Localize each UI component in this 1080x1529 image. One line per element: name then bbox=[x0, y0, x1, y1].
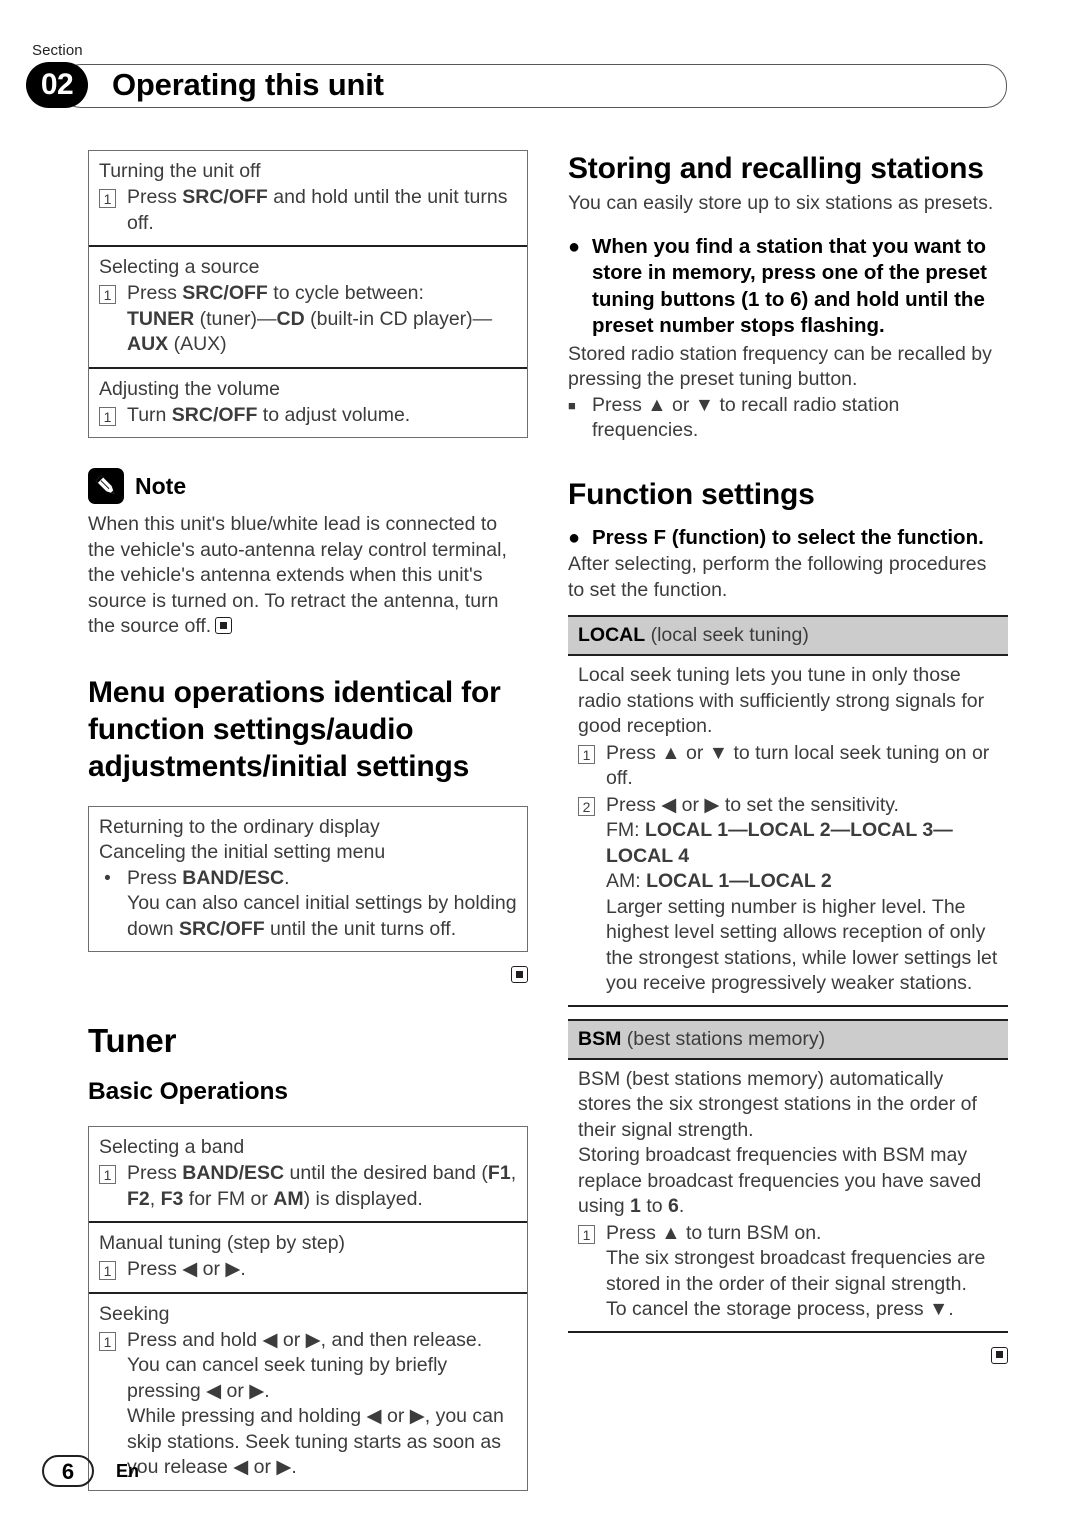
step-number-badge: 1 bbox=[99, 406, 116, 426]
function-step: 2 Press ◀ or ▶ to set the sensitivity. FM:… bbox=[578, 793, 998, 997]
step-number-badge: 1 bbox=[99, 1261, 116, 1280]
function-end-marker-row bbox=[568, 1346, 1008, 1367]
step-number-badge: 1 bbox=[578, 744, 595, 764]
storing-sub-text: Press ▲ or ▼ to recall radio station fre… bbox=[592, 393, 900, 442]
page-header: Section 02 Operating this unit bbox=[0, 0, 1080, 150]
operation-step: 1 Press ◀ or ▶. bbox=[99, 1257, 517, 1283]
operation-step: • Press BAND/ESC. You can also cancel init… bbox=[99, 866, 517, 943]
step-number-badge: 1 bbox=[99, 1331, 116, 1351]
function-bullet-text: Press F (function) to select the functio… bbox=[592, 525, 984, 549]
step-number-badge: 1 bbox=[99, 285, 116, 304]
page-title: Operating this unit bbox=[112, 67, 384, 102]
function-code: BSM bbox=[578, 1027, 622, 1050]
operation-row: Selecting a band 1 Press BAND/ESC until th… bbox=[89, 1127, 527, 1221]
function-description: (local seek tuning) bbox=[645, 624, 809, 646]
basic-operations-table: Turning the unit off 1 Press SRC/OFF and h… bbox=[88, 150, 528, 438]
note-block: Note When this unit's blue/white lead is… bbox=[88, 468, 528, 640]
language-code: En bbox=[116, 1460, 140, 1481]
bullet-dot-icon: ● bbox=[568, 235, 581, 258]
operation-step: 1 Press SRC/OFF and hold until the unit t… bbox=[99, 185, 517, 236]
operation-row: Adjusting the volume 1 Turn SRC/OFF to adj… bbox=[89, 366, 527, 438]
storing-intro-text: You can easily store up to six stations … bbox=[568, 192, 994, 214]
menu-end-marker-row bbox=[88, 966, 528, 986]
function-intro-text: Local seek tuning lets you tune in only … bbox=[578, 664, 985, 737]
operation-step-text: Press ◀ or ▶. bbox=[127, 1258, 246, 1280]
operation-row: Returning to the ordinary display Canceli… bbox=[89, 807, 527, 952]
operation-step-text: Press and hold ◀ or ▶, and then release.… bbox=[127, 1328, 504, 1479]
storing-sub-instruction: ■ Press ▲ or ▼ to recall radio station f… bbox=[568, 393, 1008, 444]
step-number-badge: 1 bbox=[578, 1224, 595, 1244]
storing-stations-heading: Storing and recalling stations bbox=[568, 152, 984, 185]
function-setting-block: LOCAL (local seek tuning) Local seek tuni… bbox=[568, 615, 1008, 1007]
menu-operations-heading: Menu operations identical for function s… bbox=[88, 675, 501, 783]
function-setting-header: BSM (best stations memory) bbox=[568, 1018, 1008, 1060]
operation-row: Seeking 1 Press and hold ◀ or ▶, and then … bbox=[89, 1291, 527, 1490]
operation-step: 1 Turn SRC/OFF to adjust volume. bbox=[99, 403, 517, 429]
bullet-dot-icon: • bbox=[104, 867, 111, 889]
menu-operations-table: Returning to the ordinary display Canceli… bbox=[88, 805, 528, 952]
storing-bullet-text: When you find a station that you want to… bbox=[592, 234, 987, 338]
operation-title: Manual tuning (step by step) bbox=[99, 1232, 346, 1254]
operation-step: 1 Press and hold ◀ or ▶, and then release… bbox=[99, 1328, 517, 1481]
function-intro-text: Storing broadcast frequencies with BSM m… bbox=[578, 1144, 982, 1217]
function-step-text: Press ▲ or ▼ to turn local seek tuning o… bbox=[606, 741, 990, 790]
operation-step-text: Press SRC/OFF and hold until the unit tu… bbox=[127, 186, 508, 234]
function-setting-header: LOCAL (local seek tuning) bbox=[568, 615, 1008, 656]
section-label: Section bbox=[32, 42, 83, 59]
function-step-text: Press ▲ to turn BSM on. The six strongest… bbox=[606, 1221, 986, 1321]
operation-title: Canceling the initial setting menu bbox=[99, 840, 386, 863]
function-code: LOCAL bbox=[578, 624, 646, 646]
operation-step-text: Turn SRC/OFF to adjust volume. bbox=[127, 403, 411, 426]
function-body-text: After selecting, perform the following p… bbox=[568, 553, 987, 601]
operation-step: 1 Press BAND/ESC until the desired band (… bbox=[99, 1161, 517, 1212]
operation-step-text: Press SRC/OFF to cycle between: TUNER (tu… bbox=[127, 282, 493, 355]
operation-title: Turning the unit off bbox=[99, 160, 261, 182]
section-number-badge: 02 bbox=[26, 62, 88, 108]
operation-row: Turning the unit off 1 Press SRC/OFF and h… bbox=[89, 151, 527, 245]
operation-step-text: Press BAND/ESC. You can also cancel initi… bbox=[127, 866, 517, 940]
operation-title: Seeking bbox=[99, 1302, 170, 1325]
operation-title: Selecting a source bbox=[99, 256, 260, 278]
square-bullet-icon: ■ bbox=[568, 397, 576, 413]
bullet-dot-icon: ● bbox=[568, 526, 581, 549]
note-label: Note bbox=[135, 472, 187, 499]
storing-bullet-instruction: ● When you find a station that you want … bbox=[568, 234, 1008, 340]
end-of-section-marker bbox=[215, 617, 233, 634]
note-header: Note bbox=[88, 468, 528, 504]
function-step-text: Press ◀ or ▶ to set the sensitivity. FM: … bbox=[606, 793, 998, 995]
function-settings-heading: Function settings bbox=[568, 477, 815, 511]
step-number-badge: 2 bbox=[578, 796, 595, 816]
step-number-badge: 1 bbox=[99, 1165, 116, 1184]
function-setting-body: BSM (best stations memory) automatically… bbox=[568, 1060, 1008, 1333]
function-setting-block: BSM (best stations memory) BSM (best stat… bbox=[568, 1018, 1008, 1333]
function-setting-body: Local seek tuning lets you tune in only … bbox=[568, 656, 1008, 1007]
storing-body-text: Stored radio station frequency can be re… bbox=[568, 342, 992, 391]
operation-title: Adjusting the volume bbox=[99, 377, 281, 400]
end-of-section-marker bbox=[511, 966, 528, 983]
operation-title: Selecting a band bbox=[99, 1136, 245, 1158]
function-step: 1 Press ▲ to turn BSM on. The six stronges… bbox=[578, 1221, 998, 1323]
pencil-icon bbox=[88, 468, 124, 504]
tuner-operations-table: Selecting a band 1 Press BAND/ESC until th… bbox=[88, 1126, 528, 1491]
step-number-badge: 1 bbox=[99, 189, 116, 208]
left-column: Turning the unit off 1 Press SRC/OFF and h… bbox=[88, 150, 528, 1491]
operation-row: Manual tuning (step by step) 1 Press ◀ or … bbox=[89, 1221, 527, 1292]
right-column: Storing and recalling stations You can e… bbox=[568, 150, 1008, 1367]
operation-step: 1 Press SRC/OFF to cycle between: TUNER (t… bbox=[99, 281, 517, 358]
function-description: (best stations memory) bbox=[621, 1027, 826, 1050]
function-bullet-instruction: ● Press F (function) to select the funct… bbox=[568, 525, 1008, 552]
note-text: When this unit's blue/white lead is conn… bbox=[88, 513, 507, 637]
end-of-section-marker bbox=[991, 1346, 1008, 1364]
function-settings-list: LOCAL (local seek tuning) Local seek tuni… bbox=[568, 615, 1008, 1333]
operation-row: Selecting a source 1 Press SRC/OFF to cycl… bbox=[89, 245, 527, 367]
page-footer: 6 En bbox=[42, 1455, 139, 1487]
page-number: 6 bbox=[42, 1455, 94, 1487]
basic-operations-heading: Basic Operations bbox=[88, 1078, 288, 1105]
operation-step-text: Press BAND/ESC until the desired band (F… bbox=[127, 1162, 517, 1210]
function-intro-text: BSM (best stations memory) automatically… bbox=[578, 1067, 977, 1141]
tuner-heading: Tuner bbox=[88, 1022, 177, 1059]
function-step: 1 Press ▲ or ▼ to turn local seek tuning … bbox=[578, 741, 998, 792]
section-number: 02 bbox=[40, 68, 74, 101]
operation-title: Returning to the ordinary display bbox=[99, 815, 380, 838]
